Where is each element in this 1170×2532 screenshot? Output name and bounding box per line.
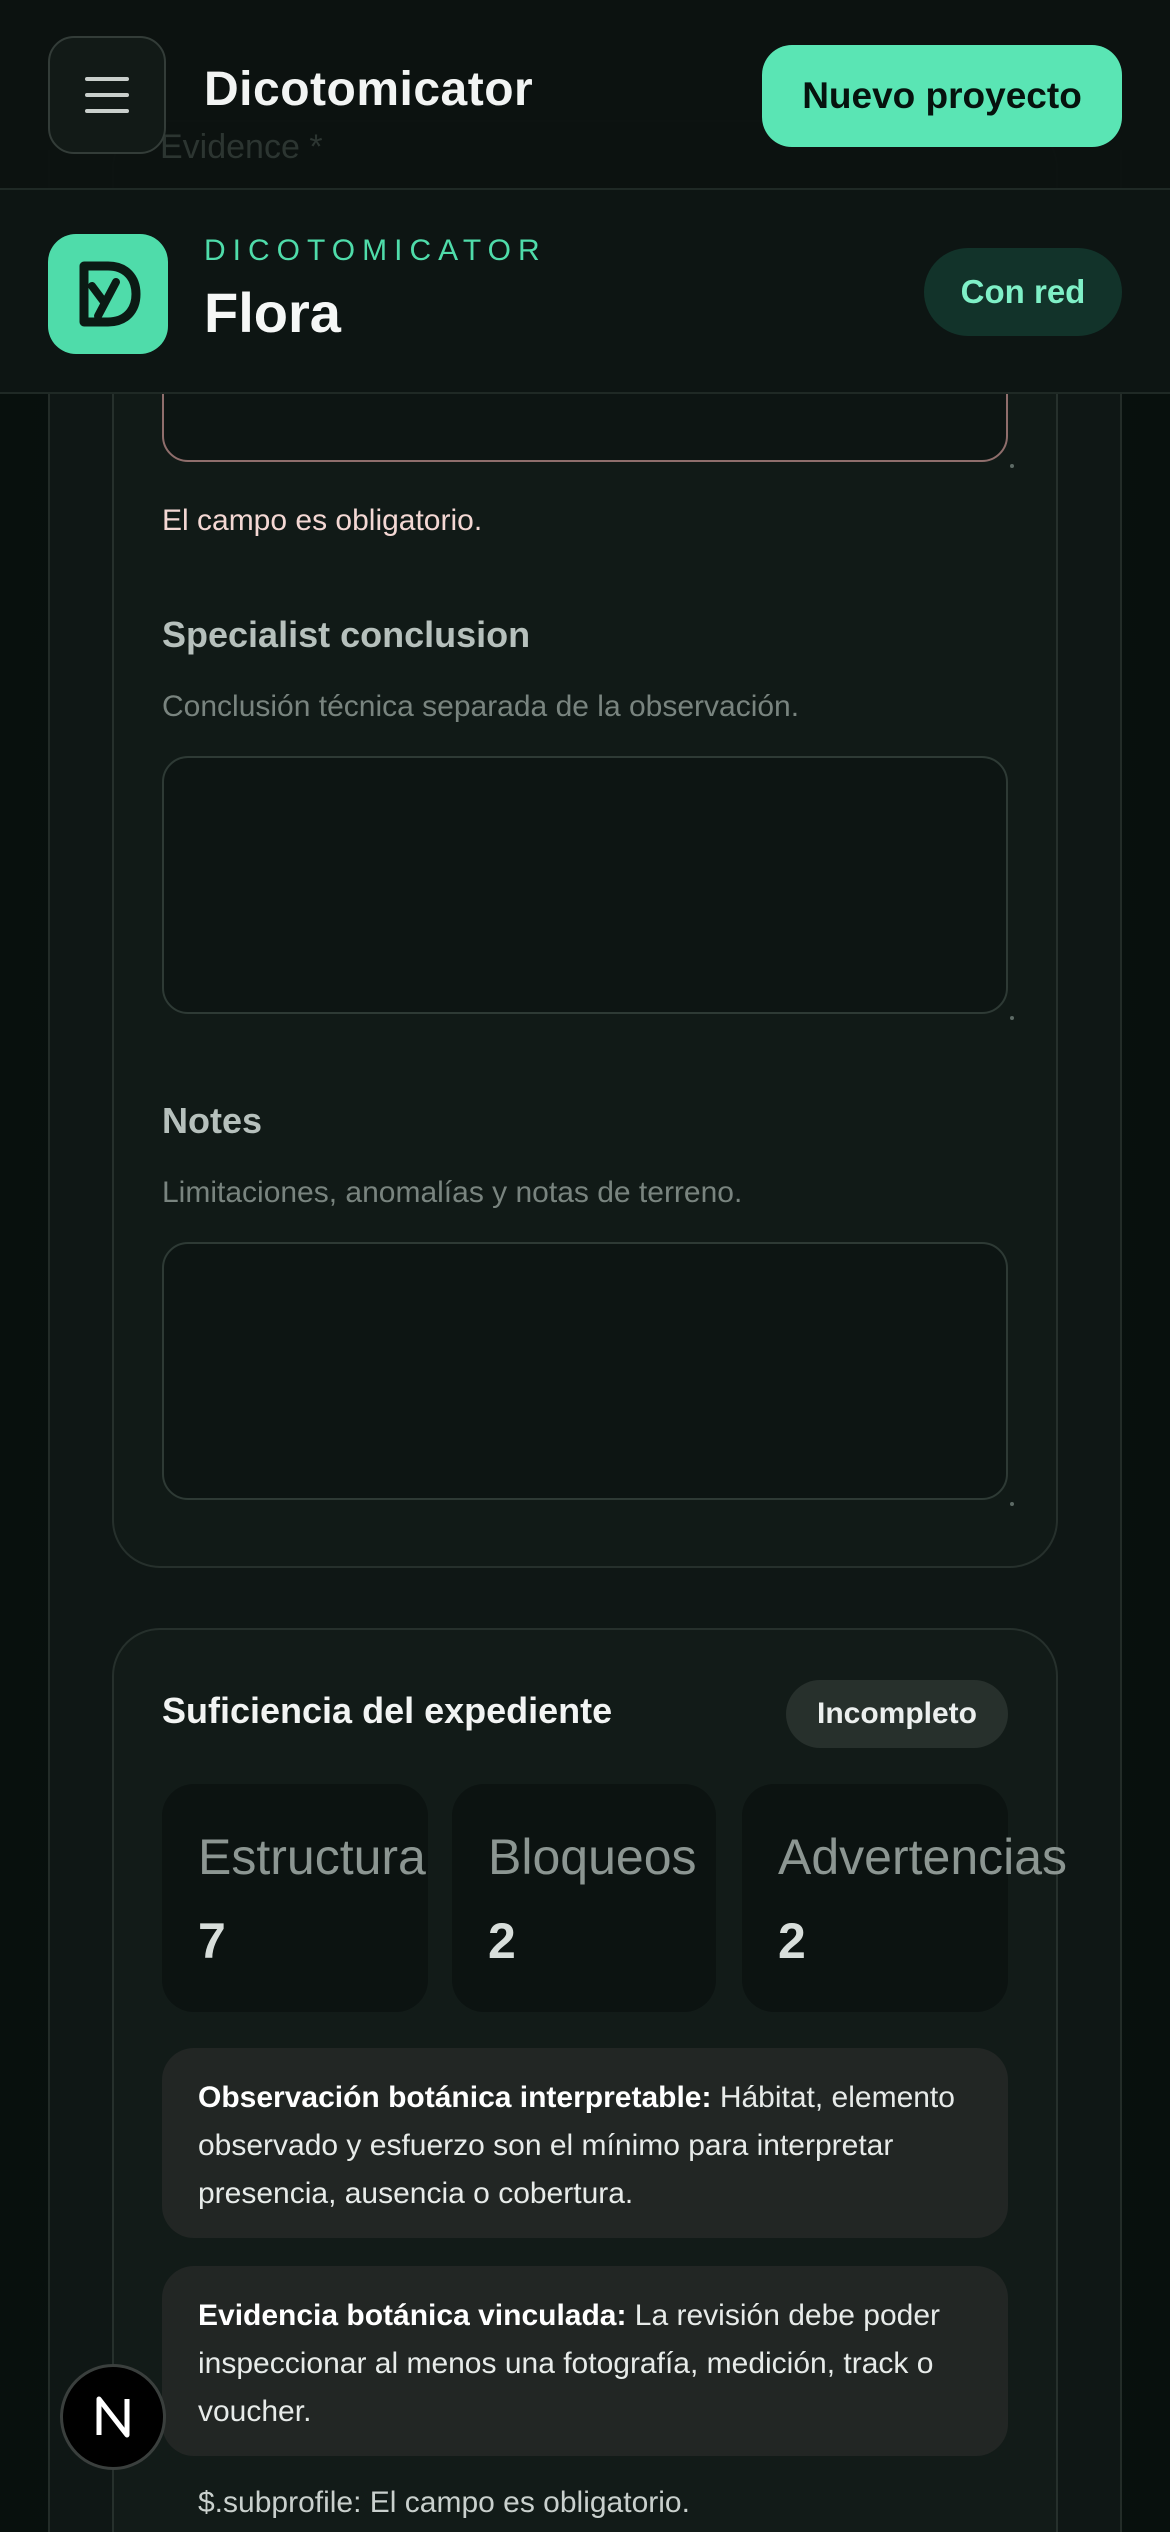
stat-label: Estructura xyxy=(198,1829,426,1885)
requirement-title: Observación botánica interpretable: xyxy=(198,2081,712,2114)
status-badge: Incompleto xyxy=(786,1680,1008,1748)
resize-handle-icon[interactable] xyxy=(1010,1016,1014,1020)
notes-textarea[interactable] xyxy=(162,1242,1014,1506)
stat-label: Advertencias xyxy=(778,1829,1068,1885)
field-error-message: El campo es obligatorio. xyxy=(162,504,483,537)
project-name: Flora xyxy=(204,281,341,344)
brand-kicker: DICOTOMICATOR xyxy=(204,234,547,267)
notes-help: Limitaciones, anomalías y notas de terre… xyxy=(162,1176,743,1209)
scrolled-field-label: Evidence * xyxy=(160,128,323,166)
nextjs-dev-badge[interactable] xyxy=(60,2364,166,2470)
specialist-conclusion-label: Specialist conclusion xyxy=(162,614,531,655)
requirement-title: Evidencia botánica vinculada: xyxy=(198,2299,627,2332)
stat-value: 2 xyxy=(488,1913,516,1969)
stat-label: Bloqueos xyxy=(488,1829,697,1885)
requirement-item: Evidencia botánica vinculada: La revisió… xyxy=(162,2266,1008,2456)
notes-label: Notes xyxy=(162,1100,263,1141)
requirement-item: Observación botánica interpretable: Hábi… xyxy=(162,2048,1008,2238)
stat-value: 2 xyxy=(778,1913,806,1969)
menu-button[interactable] xyxy=(48,36,166,154)
stat-warnings: Advertencias 2 xyxy=(742,1784,1067,2012)
stat-blockers: Bloqueos 2 xyxy=(452,1784,716,2012)
specialist-conclusion-help: Conclusión técnica separada de la observ… xyxy=(162,690,800,723)
hamburger-icon xyxy=(85,77,129,113)
stat-value: 7 xyxy=(198,1913,226,1969)
page: El campo es obligatorio. Specialist conc… xyxy=(0,0,1170,2532)
sufficiency-title: Suficiencia del expediente xyxy=(162,1690,613,1731)
dicotomicator-logo-icon xyxy=(48,234,168,354)
n-letter-icon xyxy=(96,2396,130,2438)
resize-handle-icon[interactable] xyxy=(1010,1502,1014,1506)
stat-structure: Estructura 7 xyxy=(162,1784,428,2012)
validation-issue: $.subprofile: El campo es obligatorio. xyxy=(198,2486,690,2519)
app-title: Dicotomicator xyxy=(204,63,534,116)
resize-handle-icon[interactable] xyxy=(1010,464,1014,468)
specialist-conclusion-textarea[interactable] xyxy=(162,756,1014,1020)
project-header: DICOTOMICATOR Flora Con red xyxy=(0,190,1170,394)
new-project-button[interactable]: Nuevo proyecto xyxy=(762,45,1122,147)
app-bar: Evidence * Dicotomicator Nuevo proyecto xyxy=(0,0,1170,190)
network-status-badge: Con red xyxy=(924,248,1122,336)
